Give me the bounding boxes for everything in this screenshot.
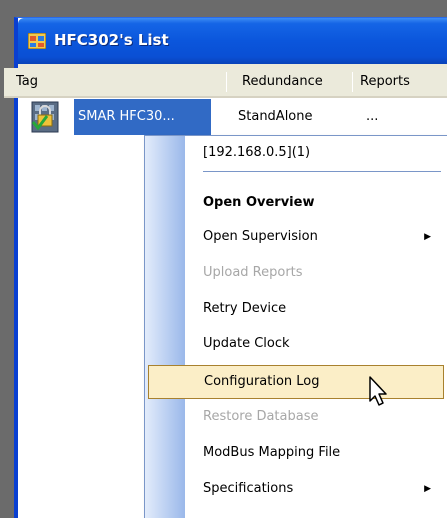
context-menu-gutter [145, 136, 185, 518]
menu-item-modbus-mapping-file[interactable]: ModBus Mapping File [186, 436, 447, 470]
table-row-tag-cell[interactable]: SMAR HFC30... [74, 99, 211, 135]
menu-item-upload-reports[interactable]: Upload Reports [186, 256, 447, 290]
context-menu-header: [192.168.0.5](1) [203, 145, 311, 160]
table-row-reports-cell: ... [366, 109, 379, 124]
context-menu-separator [203, 171, 441, 172]
menu-item-specifications[interactable]: Specifications ▶ [186, 472, 447, 506]
menu-item-configuration-log[interactable]: Configuration Log [148, 365, 444, 399]
column-divider[interactable] [352, 72, 353, 92]
column-divider[interactable] [226, 72, 227, 92]
menu-item-label: Configuration Log [204, 374, 320, 389]
title-bar[interactable]: HFC302's List [18, 18, 447, 64]
table-row-redundance-cell: StandAlone [238, 109, 313, 124]
menu-item-restore-database[interactable]: Restore Database [186, 400, 447, 434]
submenu-arrow-icon: ▶ [424, 232, 431, 242]
menu-item-label: Retry Device [203, 301, 287, 316]
menu-item-retry-device[interactable]: Retry Device [186, 292, 447, 326]
mouse-pointer-icon [369, 376, 387, 406]
menu-item-label: Open Overview [203, 195, 315, 210]
window-title: HFC302's List [54, 31, 169, 49]
list-header: Tag Redundance Reports [4, 68, 447, 98]
menu-item-label: ModBus Mapping File [203, 445, 341, 460]
column-header-reports[interactable]: Reports [360, 68, 440, 96]
menu-item-label: Open Supervision [203, 229, 318, 244]
column-header-tag[interactable]: Tag [16, 68, 216, 96]
menu-item-update-clock[interactable]: Update Clock [186, 327, 447, 361]
menu-item-label: Specifications [203, 481, 294, 496]
menu-item-open-overview[interactable]: Open Overview [186, 186, 447, 220]
menu-item-label: Update Clock [203, 336, 290, 351]
menu-item-open-supervision[interactable]: Open Supervision ▶ [186, 220, 447, 254]
context-menu: [192.168.0.5](1) Open Overview Open Supe… [144, 135, 447, 518]
locked-device-icon [31, 101, 59, 133]
menu-item-label: Restore Database [203, 409, 319, 424]
submenu-arrow-icon: ▶ [424, 484, 431, 494]
column-header-redundance[interactable]: Redundance [242, 68, 347, 96]
app-window-icon [28, 33, 46, 49]
menu-item-label: Upload Reports [203, 265, 303, 280]
